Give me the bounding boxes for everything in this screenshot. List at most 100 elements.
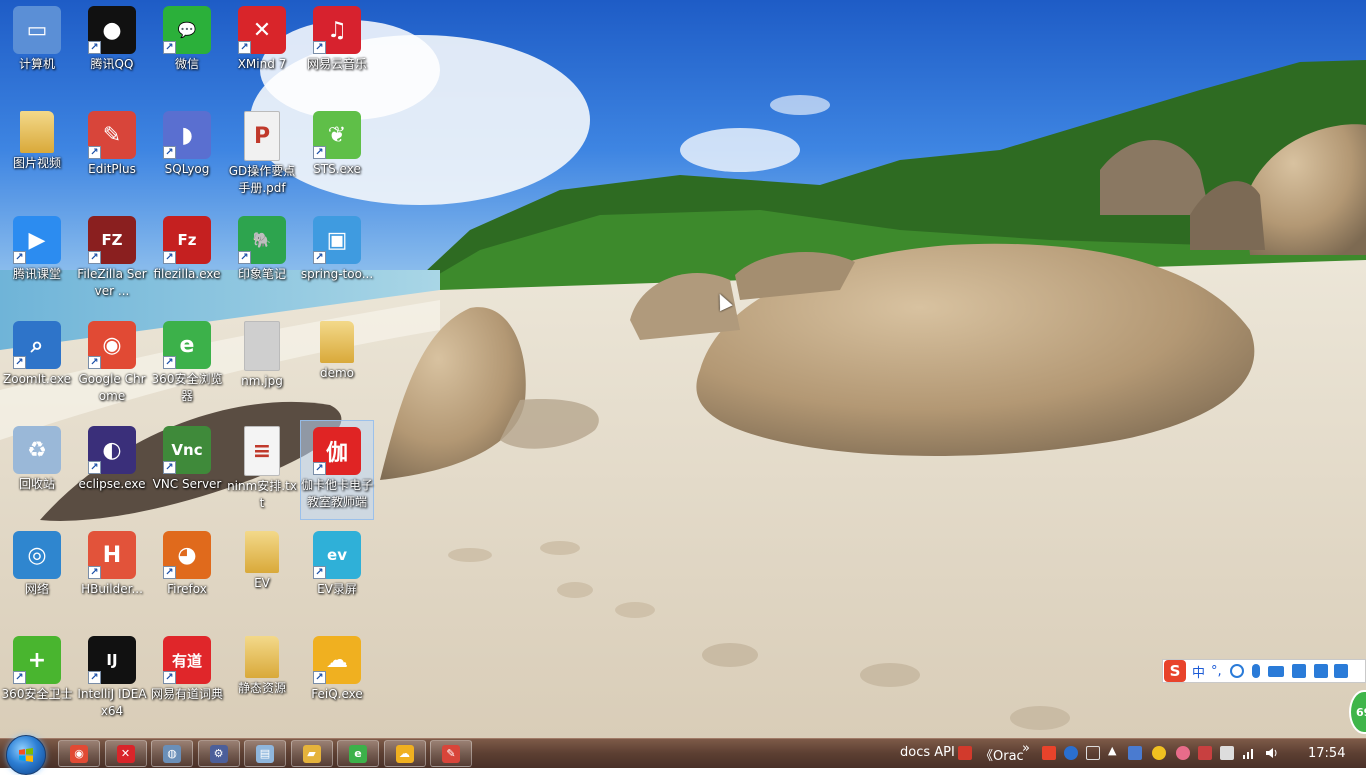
desktop-icon[interactable]: P GD操作要点手册.pdf <box>225 105 299 205</box>
taskbar-button[interactable]: ▰ <box>290 740 333 767</box>
desktop-icon-label: 印象笔记 <box>237 267 286 281</box>
desktop-icon[interactable]: ◐ ↗ eclipse.exe <box>75 420 149 520</box>
desktop-icon-label: 网易云音乐 <box>306 57 367 71</box>
desktop-icon[interactable]: ≡ ninm安排.txt <box>225 420 299 520</box>
desktop-icon[interactable]: ◗ ↗ SQLyog <box>150 105 224 205</box>
signal-bars-icon[interactable] <box>1242 746 1256 760</box>
spring-leaf-icon: ❦ ↗ <box>313 111 361 159</box>
desktop-icon[interactable]: 💬 ↗ 微信 <box>150 0 224 100</box>
desktop-icon[interactable]: ✕ ↗ XMind 7 <box>225 0 299 100</box>
tray-customize-icon[interactable] <box>1086 746 1100 760</box>
shortcut-arrow-icon: ↗ <box>88 461 101 474</box>
shortcut-arrow-icon: ↗ <box>13 251 26 264</box>
start-button[interactable] <box>6 735 46 775</box>
desktop-icon[interactable]: ✎ ↗ EditPlus <box>75 105 149 205</box>
shortcut-arrow-icon: ↗ <box>313 146 326 159</box>
ime-punctuation-toggle[interactable]: °, <box>1211 664 1222 679</box>
help-icon[interactable] <box>1064 746 1078 760</box>
hbuilder-icon: H ↗ <box>88 531 136 579</box>
taskbar-docs-api-window[interactable]: docs API <box>900 745 955 760</box>
pdf-reader-icon[interactable] <box>958 746 972 760</box>
taskbar-clock[interactable]: 17:54 <box>1308 746 1345 761</box>
usb-device-icon[interactable] <box>1220 746 1234 760</box>
taskbar-button[interactable]: ⚙ <box>197 740 240 767</box>
desktop-icon-label: 腾讯QQ <box>90 57 134 71</box>
sogou-tray-icon[interactable] <box>1042 746 1056 760</box>
desktop-icon[interactable]: ⌕ ↗ ZoomIt.exe <box>0 315 74 415</box>
desktop-icon[interactable]: + ↗ 360安全卫士 <box>0 630 74 730</box>
skin-shirt-icon[interactable] <box>1313 664 1328 678</box>
taskbar-button[interactable]: ✕ <box>104 740 147 767</box>
desktop-icon-label: Google Chrome <box>78 372 146 403</box>
shortcut-arrow-icon: ↗ <box>163 671 176 684</box>
network-drive-icon: ◍ <box>163 744 181 763</box>
flag-alert-icon[interactable] <box>1198 746 1212 760</box>
taskbar-button[interactable]: ▤ <box>244 740 286 767</box>
ime-toolbar[interactable]: S 中 °, <box>1162 659 1366 683</box>
desktop-icon[interactable]: ▶ ↗ 腾讯课堂 <box>0 210 74 310</box>
desktop-icon[interactable]: nm.jpg <box>225 315 299 415</box>
youdao-icon: 有道 ↗ <box>163 636 211 684</box>
network-monitor-icon[interactable] <box>1128 746 1142 760</box>
microphone-icon[interactable] <box>1251 664 1260 678</box>
desktop-icon[interactable]: EV <box>225 525 299 625</box>
desktop-icon-label: GD操作要点手册.pdf <box>228 164 296 195</box>
desktop-icon[interactable]: ▭ 计算机 <box>0 0 74 100</box>
desktop-icon[interactable]: e ↗ 360安全浏览器 <box>150 315 224 415</box>
desktop-icon[interactable]: ◕ ↗ Firefox <box>150 525 224 625</box>
jiaka-classroom-icon: 伽 ↗ <box>313 427 361 475</box>
360-security-icon: + ↗ <box>13 636 61 684</box>
toolbar-overflow-chevron-icon[interactable]: » <box>1022 741 1030 756</box>
shortcut-arrow-icon: ↗ <box>88 566 101 579</box>
taskbar-button[interactable]: e <box>337 740 379 767</box>
ime-mode-toggle[interactable]: 中 <box>1192 662 1205 681</box>
taskbar-button[interactable]: ◍ <box>151 740 193 767</box>
desktop-icon[interactable]: ◉ ↗ Google Chrome <box>75 315 149 415</box>
emoji-icon[interactable] <box>1229 664 1244 678</box>
taskbar-button[interactable]: ✎ <box>430 740 472 767</box>
desktop-icon-label: 图片视频 <box>12 156 61 170</box>
keyboard-icon[interactable] <box>1267 665 1284 677</box>
netease-music-icon: ♫ ↗ <box>313 6 361 54</box>
desktop-icon[interactable]: 🐘 ↗ 印象笔记 <box>225 210 299 310</box>
desktop-icon[interactable]: H ↗ HBuilder... <box>75 525 149 625</box>
360-guard-tray-icon[interactable] <box>1152 746 1166 760</box>
desktop-icon[interactable]: ● ↗ 腾讯QQ <box>75 0 149 100</box>
feiq-icon: ☁ <box>395 744 414 763</box>
desktop-icon[interactable]: ◎ 网络 <box>0 525 74 625</box>
desktop-icon[interactable]: ♻ 回收站 <box>0 420 74 520</box>
shortcut-arrow-icon: ↗ <box>88 146 101 159</box>
desktop-icon[interactable]: 伽 ↗ 伽卡他卡电子教室教师端 <box>300 420 374 520</box>
evernote-icon: 🐘 ↗ <box>238 216 286 264</box>
ime-menu-grid-icon[interactable] <box>1333 664 1348 678</box>
desktop-icon[interactable]: IJ ↗ IntelliJ IDEA x64 <box>75 630 149 730</box>
desktop-icon[interactable]: Vnc ↗ VNC Server <box>150 420 224 520</box>
system-tray: docs API 《Orac » ▲ 17:54 <box>900 739 1366 769</box>
desktop-icon[interactable]: 有道 ↗ 网易有道词典 <box>150 630 224 730</box>
desktop-icon[interactable]: ♫ ↗ 网易云音乐 <box>300 0 374 100</box>
vnc-icon: Vnc ↗ <box>163 426 211 474</box>
xmind-icon: ✕ ↗ <box>238 6 286 54</box>
xmind-icon: ✕ <box>116 744 135 763</box>
desktop-icon[interactable]: FZ ↗ FileZilla Server ... <box>75 210 149 310</box>
desktop-icon-label: 网络 <box>24 582 49 596</box>
show-hidden-icons-chevron-icon[interactable]: ▲ <box>1108 744 1116 757</box>
pet-tray-icon[interactable] <box>1176 746 1190 760</box>
desktop-icon[interactable]: 静态资源 <box>225 630 299 730</box>
volume-speaker-icon[interactable] <box>1264 746 1278 760</box>
network-globe-icon: ◎ <box>13 531 61 579</box>
desktop-icon[interactable]: ▣ ↗ spring-too... <box>300 210 374 310</box>
desktop-icon[interactable]: 图片视频 <box>0 105 74 205</box>
toolbox-icon[interactable] <box>1291 664 1306 678</box>
desktop-icon[interactable]: ev ↗ EV录屏 <box>300 525 374 625</box>
desktop-icon[interactable]: Fz ↗ filezilla.exe <box>150 210 224 310</box>
shortcut-arrow-icon: ↗ <box>313 41 326 54</box>
360-browser-icon: e ↗ <box>163 321 211 369</box>
desktop-icon[interactable]: ❦ ↗ STS.exe <box>300 105 374 205</box>
desktop-icon[interactable]: ☁ ↗ FeiQ.exe <box>300 630 374 730</box>
taskbar-oracle-window[interactable]: 《Orac <box>980 745 1024 764</box>
taskbar-button[interactable]: ◉ <box>58 740 100 767</box>
sogou-logo-icon[interactable]: S <box>1164 660 1186 682</box>
taskbar-button[interactable]: ☁ <box>383 740 426 767</box>
desktop-icon[interactable]: demo <box>300 315 374 415</box>
